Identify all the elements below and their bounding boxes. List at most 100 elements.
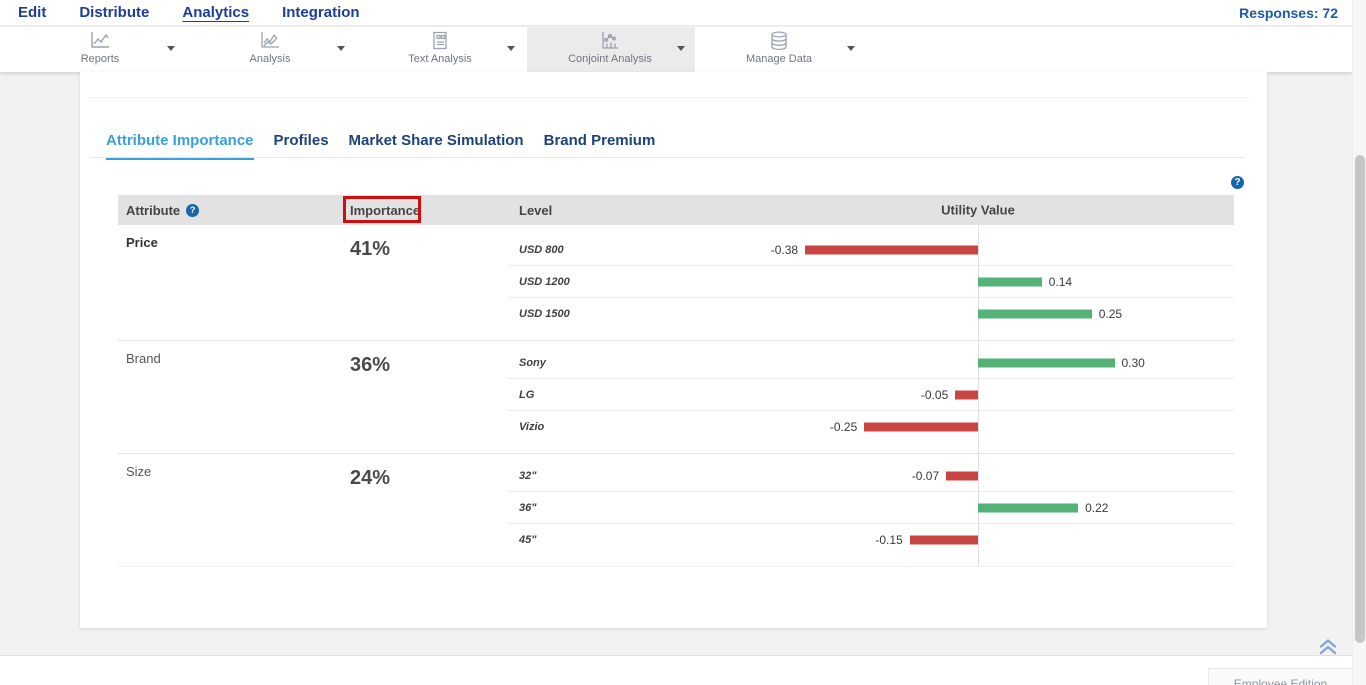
level-label: LG <box>508 389 698 401</box>
utility-bar <box>978 277 1042 286</box>
header-attribute: Attribute ? <box>118 203 343 218</box>
toolbar-item-label: Manage Data <box>746 53 812 65</box>
utility-bar-cell: -0.25 <box>698 411 1234 443</box>
tab-brand-premium[interactable]: Brand Premium <box>544 132 656 160</box>
level-row: LG -0.05 <box>508 379 1234 411</box>
utility-bar <box>805 245 978 254</box>
toolbar-item-label: Text Analysis <box>408 53 472 65</box>
utility-value-label: -0.25 <box>830 420 857 434</box>
attribute-group-brand: Brand 36% Sony 0.30 LG -0.05 Vizio -0.25 <box>118 341 1234 454</box>
utility-bar <box>978 358 1115 367</box>
level-label: USD 1500 <box>508 308 698 320</box>
toolbar-item-label: Analysis <box>250 53 291 65</box>
utility-bar <box>955 390 978 399</box>
tab-attribute-importance[interactable]: Attribute Importance <box>106 132 254 160</box>
utility-value-label: 0.22 <box>1085 501 1108 515</box>
toolbar-item-analysis[interactable]: Analysis <box>200 30 340 70</box>
top-navigation: Edit Distribute Analytics Integration Re… <box>0 0 1352 26</box>
toolbar-item-conjoint-analysis[interactable]: Conjoint Analysis <box>540 30 680 70</box>
database-icon <box>767 30 791 52</box>
edition-label: Employee Edition <box>1234 677 1327 685</box>
tab-profiles[interactable]: Profiles <box>274 132 329 160</box>
conjoint-analysis-panel: Attribute Importance Profiles Market Sha… <box>80 72 1267 628</box>
level-row: USD 1500 0.25 <box>508 298 1234 330</box>
level-row: 32" -0.07 <box>508 460 1234 492</box>
trend-lines-icon <box>258 30 282 52</box>
utility-bar-cell: 0.30 <box>698 347 1234 378</box>
analysis-dropdown-caret[interactable] <box>337 46 345 51</box>
utility-bar <box>946 471 978 480</box>
toolbar-item-reports[interactable]: Reports <box>30 30 170 70</box>
utility-bar-cell: -0.38 <box>698 234 1234 265</box>
utility-value-label: 0.14 <box>1049 275 1072 289</box>
header-importance: Importance <box>343 195 508 225</box>
nav-item-integration[interactable]: Integration <box>282 4 360 21</box>
document-grid-icon <box>428 30 452 52</box>
importance-value: 41% <box>343 225 508 340</box>
utility-value-label: 0.25 <box>1099 307 1122 321</box>
tab-market-share-simulation[interactable]: Market Share Simulation <box>349 132 524 160</box>
header-attribute-label: Attribute <box>126 203 180 218</box>
utility-bar-cell: 0.14 <box>698 266 1234 297</box>
utility-bar-cell: -0.07 <box>698 460 1234 491</box>
level-label: 36" <box>508 502 698 514</box>
utility-bar <box>910 536 978 545</box>
help-icon[interactable]: ? <box>1231 176 1244 189</box>
vertical-scrollbar-thumb[interactable] <box>1355 155 1365 643</box>
level-rows: Sony 0.30 LG -0.05 Vizio -0.25 <box>508 341 1234 453</box>
scroll-to-top-icon[interactable] <box>1316 636 1340 656</box>
importance-value: 36% <box>343 341 508 453</box>
level-rows: 32" -0.07 36" 0.22 45" -0.15 <box>508 454 1234 566</box>
conjoint-analysis-dropdown-caret[interactable] <box>677 46 685 51</box>
edition-badge: Employee Edition <box>1208 668 1352 685</box>
attribute-name: Brand <box>118 341 343 453</box>
level-row: 45" -0.15 <box>508 524 1234 556</box>
manage-data-dropdown-caret[interactable] <box>847 46 855 51</box>
conjoint-tabs: Attribute Importance Profiles Market Sha… <box>106 132 655 160</box>
utility-bar <box>864 423 978 432</box>
toolbar-item-label: Conjoint Analysis <box>568 53 652 65</box>
level-row: USD 800 -0.38 <box>508 234 1234 266</box>
attribute-name: Price <box>118 225 343 340</box>
level-label: 45" <box>508 534 698 546</box>
toolbar-item-label: Reports <box>81 53 120 65</box>
level-label: 32" <box>508 470 698 482</box>
level-label: USD 800 <box>508 244 698 256</box>
line-chart-icon <box>88 30 112 52</box>
nav-item-analytics[interactable]: Analytics <box>182 4 249 21</box>
text-analysis-dropdown-caret[interactable] <box>507 46 515 51</box>
level-row: Sony 0.30 <box>508 347 1234 379</box>
header-utility-value: Utility Value <box>698 195 1234 225</box>
reports-dropdown-caret[interactable] <box>167 46 175 51</box>
utility-value-label: 0.30 <box>1122 356 1145 370</box>
utility-value-label: -0.15 <box>875 533 902 547</box>
utility-value-label: -0.07 <box>912 469 939 483</box>
utility-bar-cell: -0.05 <box>698 379 1234 410</box>
scatter-chart-icon <box>598 30 622 52</box>
utility-value-label: -0.05 <box>921 388 948 402</box>
toolbar-item-manage-data[interactable]: Manage Data <box>709 30 849 70</box>
utility-bar-cell: 0.25 <box>698 298 1234 330</box>
card-divider <box>90 97 1249 98</box>
attribute-group-size: Size 24% 32" -0.07 36" 0.22 45" -0.15 <box>118 454 1234 567</box>
attribute-name: Size <box>118 454 343 566</box>
vertical-scrollbar-track[interactable] <box>1352 0 1366 685</box>
level-label: USD 1200 <box>508 276 698 288</box>
level-row: USD 1200 0.14 <box>508 266 1234 298</box>
nav-item-edit[interactable]: Edit <box>18 4 46 21</box>
toolbar-item-text-analysis[interactable]: Text Analysis <box>370 30 510 70</box>
red-annotation-box <box>343 196 421 223</box>
level-row: 36" 0.22 <box>508 492 1234 524</box>
utility-value-label: -0.38 <box>771 243 798 257</box>
level-rows: USD 800 -0.38 USD 1200 0.14 USD 1500 0.2… <box>508 225 1234 340</box>
level-label: Sony <box>508 357 698 369</box>
importance-value: 24% <box>343 454 508 566</box>
table-header-row: Attribute ? Importance Level Utility Val… <box>118 195 1234 225</box>
analytics-toolbar: Reports Analysis Text Analysis Conjoint … <box>0 27 1352 72</box>
header-level: Level <box>508 203 698 218</box>
level-label: Vizio <box>508 421 698 433</box>
responses-count[interactable]: Responses: 72 <box>1239 5 1338 21</box>
question-mark-icon[interactable]: ? <box>186 204 199 217</box>
header-utility-label: Utility Value <box>941 203 1015 218</box>
nav-item-distribute[interactable]: Distribute <box>79 4 149 21</box>
